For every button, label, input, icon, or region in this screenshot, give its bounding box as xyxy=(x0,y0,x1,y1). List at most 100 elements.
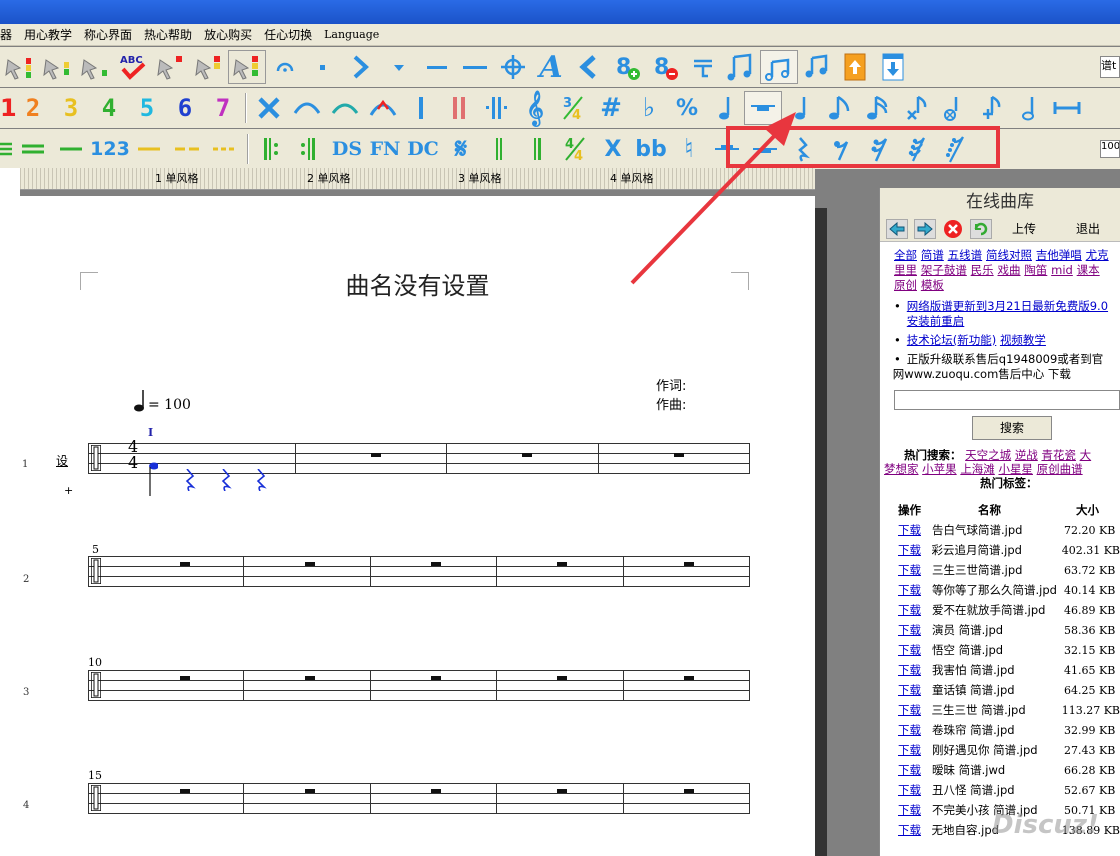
double-barline-icon[interactable] xyxy=(440,91,478,125)
hot-search-link[interactable]: 青花瓷 xyxy=(1041,448,1076,462)
category-link[interactable]: 尤克 xyxy=(1086,248,1109,262)
category-link[interactable]: 吉他弹唱 xyxy=(1036,248,1082,262)
decrescendo-icon[interactable] xyxy=(570,50,608,84)
long-dash-icon[interactable] xyxy=(130,132,168,166)
dot-icon[interactable] xyxy=(304,50,342,84)
category-link[interactable]: 课本 xyxy=(1077,263,1100,277)
refresh-icon[interactable] xyxy=(970,218,992,239)
category-link[interactable]: 全部 xyxy=(894,248,917,262)
note-4-button[interactable]: 4 xyxy=(90,91,128,125)
download-link[interactable]: 下载 xyxy=(898,822,932,838)
selected-note[interactable] xyxy=(144,461,158,497)
pointer-icon[interactable] xyxy=(152,50,190,84)
staff[interactable] xyxy=(88,670,750,702)
download-link[interactable]: 下载 xyxy=(898,542,932,558)
category-link[interactable]: 原创 xyxy=(894,278,917,292)
download-link[interactable]: 下载 xyxy=(898,582,932,598)
exit-button[interactable]: 退出 xyxy=(1068,220,1108,237)
note-7-button[interactable]: 7 xyxy=(204,91,242,125)
tempo-text[interactable]: = 100 xyxy=(148,397,191,413)
hot-search-link[interactable]: 上海滩 xyxy=(960,462,995,476)
whole-rest-icon[interactable] xyxy=(744,91,782,125)
tenuto-long-icon[interactable] xyxy=(456,50,494,84)
download-link[interactable]: 下载 xyxy=(898,802,932,818)
menu-item-help[interactable]: 热心帮助 xyxy=(138,26,198,43)
download-link[interactable]: 下载 xyxy=(898,682,932,698)
pointer-icon[interactable] xyxy=(0,50,38,84)
forward-icon[interactable] xyxy=(914,218,936,239)
upload-button[interactable]: 上传 xyxy=(1004,220,1044,237)
extend-line-icon[interactable] xyxy=(1048,91,1086,125)
tie-icon[interactable] xyxy=(326,91,364,125)
tenuto-icon[interactable] xyxy=(418,50,456,84)
hot-search-link[interactable]: 大 xyxy=(1080,448,1092,462)
time-signature-icon[interactable]: 44 xyxy=(556,132,594,166)
repeat-icon[interactable] xyxy=(478,91,516,125)
beamed-notes-icon[interactable] xyxy=(760,50,798,84)
delete-x-icon[interactable] xyxy=(250,91,288,125)
thin-barline-icon[interactable] xyxy=(480,132,518,166)
fermata-icon[interactable] xyxy=(266,50,304,84)
menu-item-0[interactable]: 器 xyxy=(0,26,18,43)
news-link[interactable]: 网络版谱更新到3月21日最新免费版9.0安装前重启 xyxy=(907,299,1114,329)
staff[interactable] xyxy=(88,556,750,588)
category-link[interactable]: 五线谱 xyxy=(948,248,983,262)
download-link[interactable]: 下载 xyxy=(898,722,932,738)
download-link[interactable]: 下载 xyxy=(898,642,932,658)
menu-item-switch[interactable]: 任心切换 xyxy=(258,26,318,43)
segno-remove-icon[interactable]: 8 xyxy=(646,50,684,84)
menu-item-language[interactable]: Language xyxy=(318,28,385,41)
quarter-note-icon[interactable] xyxy=(782,91,820,125)
sharp-icon[interactable]: # xyxy=(592,91,630,125)
circle-x-note-icon[interactable] xyxy=(934,91,972,125)
download-link[interactable]: 下载 xyxy=(898,602,932,618)
cross-note-icon[interactable] xyxy=(972,91,1010,125)
barline-icon[interactable] xyxy=(402,91,440,125)
spellcheck-icon[interactable]: ABC xyxy=(114,50,152,84)
category-link[interactable]: 戏曲 xyxy=(997,263,1020,277)
repeat-start-icon[interactable] xyxy=(252,132,290,166)
download-link[interactable]: 下载 xyxy=(898,662,932,678)
repeat-end-icon[interactable] xyxy=(290,132,328,166)
x-note-icon[interactable] xyxy=(896,91,934,125)
hot-search-link[interactable]: 天空之城 xyxy=(965,448,1011,462)
dc-button[interactable]: DC xyxy=(404,132,442,166)
category-link[interactable]: mid xyxy=(1051,263,1073,277)
composer-label[interactable]: 作曲: xyxy=(656,394,686,413)
double-line-icon[interactable] xyxy=(14,132,52,166)
x-button[interactable]: X xyxy=(594,132,632,166)
download-link[interactable]: 下载 xyxy=(898,742,932,758)
upload-icon[interactable] xyxy=(836,50,874,84)
time-signature-icon[interactable]: 34 xyxy=(554,91,592,125)
category-link[interactable]: 模板 xyxy=(921,278,944,292)
back-icon[interactable] xyxy=(886,218,908,239)
beamed-notes-icon[interactable] xyxy=(798,50,836,84)
menu-item-teaching[interactable]: 用心教学 xyxy=(18,26,78,43)
menu-item-interface[interactable]: 称心界面 xyxy=(78,26,138,43)
number-button[interactable]: 123 xyxy=(90,132,130,166)
menu-item-purchase[interactable]: 放心购买 xyxy=(198,26,258,43)
hot-search-link[interactable]: 原创曲谱 xyxy=(1037,462,1083,476)
percent-icon[interactable]: % xyxy=(668,91,706,125)
category-link[interactable]: 民乐 xyxy=(971,263,994,277)
slur-red-icon[interactable] xyxy=(364,91,402,125)
half-note-icon[interactable] xyxy=(1010,91,1048,125)
category-link[interactable]: 简谱 xyxy=(921,248,944,262)
marcato-icon[interactable] xyxy=(380,50,418,84)
dotted-line-icon[interactable] xyxy=(206,132,244,166)
quarter-note-icon[interactable] xyxy=(706,91,744,125)
category-link[interactable]: 陶笛 xyxy=(1024,263,1047,277)
search-input[interactable] xyxy=(894,390,1120,410)
hot-search-link[interactable]: 梦想家 xyxy=(884,462,919,476)
note-5-button[interactable]: 5 xyxy=(128,91,166,125)
download-link[interactable]: 下载 xyxy=(898,522,932,538)
slur-icon[interactable] xyxy=(288,91,326,125)
category-link[interactable]: 简线对照 xyxy=(986,248,1032,262)
search-button[interactable]: 搜索 xyxy=(972,416,1052,440)
category-link[interactable]: 里里 xyxy=(894,263,917,277)
pointer-icon[interactable] xyxy=(38,50,76,84)
note-1-button[interactable]: 1 xyxy=(0,91,17,125)
score-page[interactable]: 曲名没有设置 = 100 作词: 作曲: I 设 + 1 4 4 5 2 10 … xyxy=(20,196,815,856)
forum-link[interactable]: 技术论坛(新功能) xyxy=(907,333,996,347)
fn-button[interactable]: FN xyxy=(366,132,404,166)
